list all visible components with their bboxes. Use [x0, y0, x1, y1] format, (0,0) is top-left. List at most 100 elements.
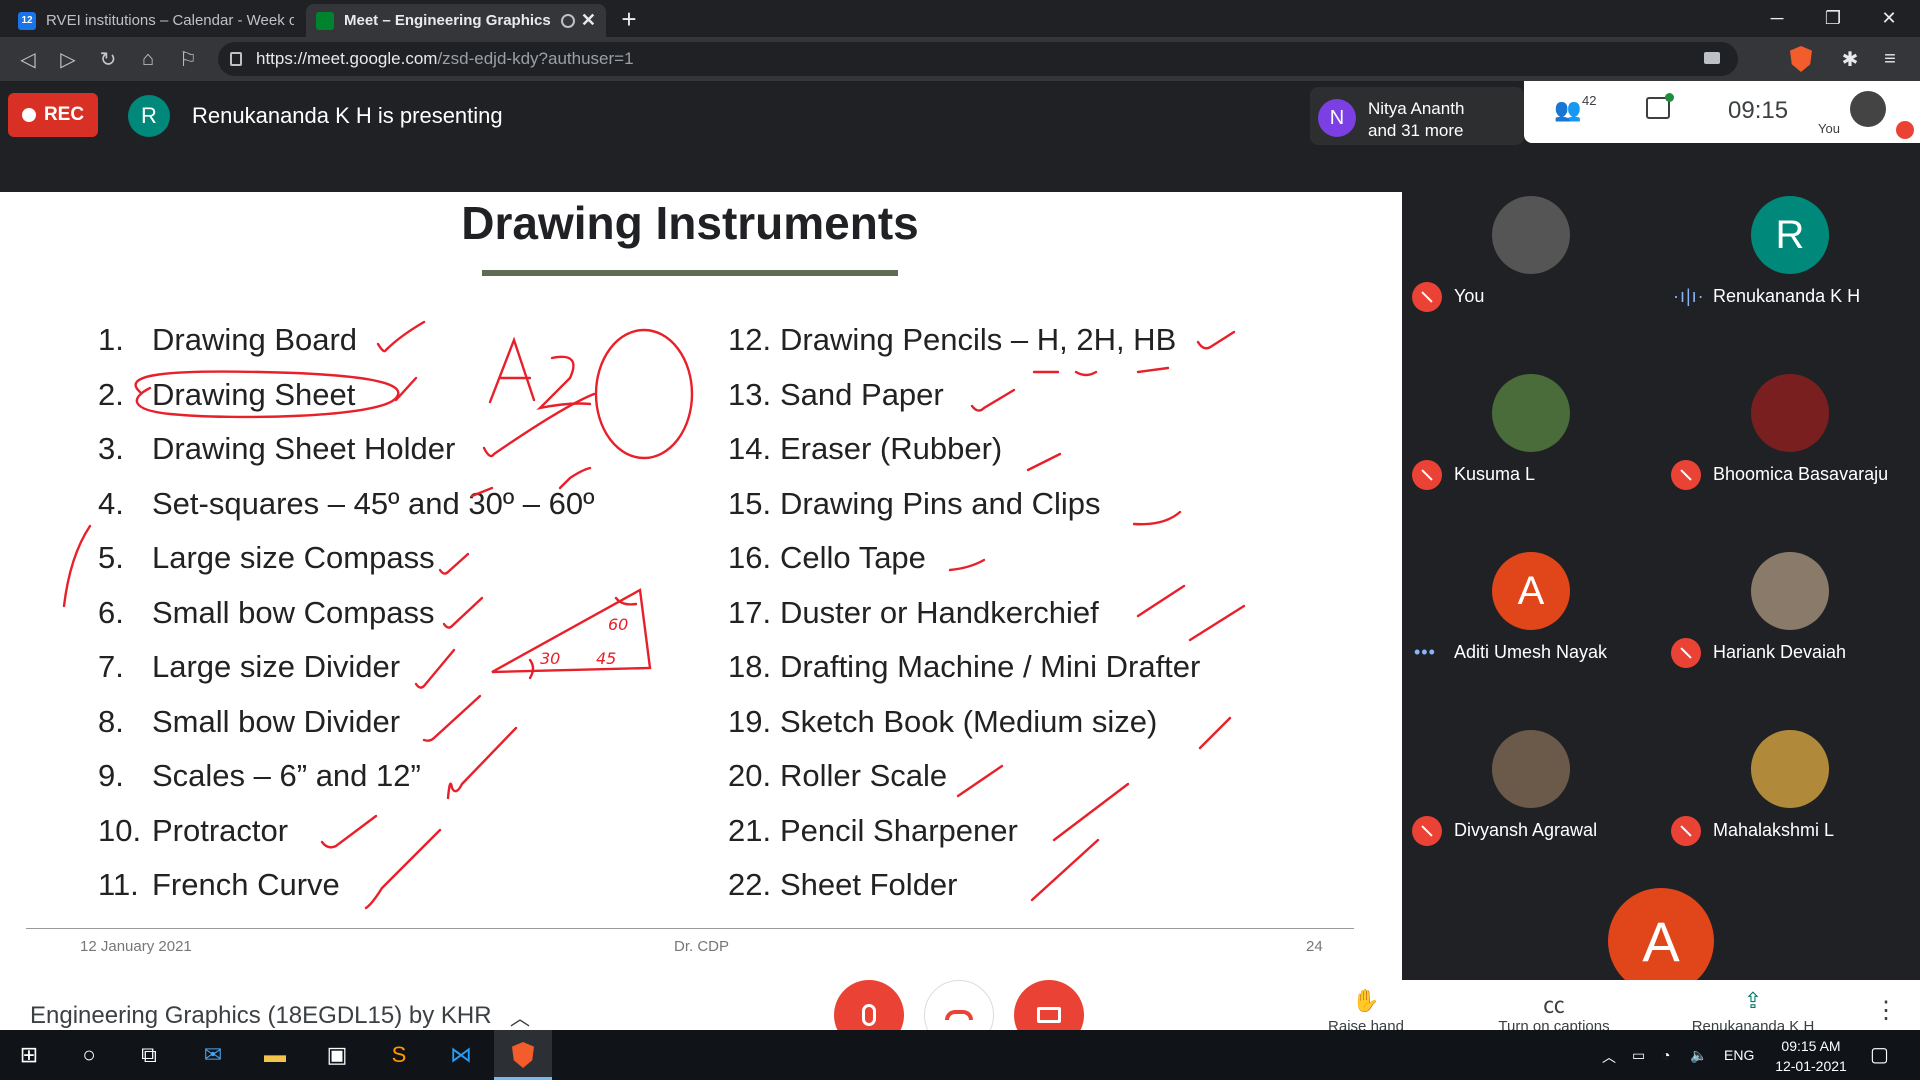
slide-page-number: 24 [1306, 938, 1323, 955]
battery-icon[interactable]: ▭ [1632, 1047, 1645, 1064]
camera-in-use-icon[interactable] [1704, 52, 1720, 64]
self-avatar[interactable] [1850, 91, 1886, 127]
wifi-icon[interactable]: ◔ [1662, 1047, 1670, 1063]
a1-circle [594, 328, 694, 460]
address-bar[interactable]: https://meet.google.com/zsd-edjd-kdy?aut… [218, 42, 1738, 76]
participant-avatar [1492, 196, 1570, 274]
hang-up-icon [945, 1010, 973, 1020]
participant-tile[interactable]: R ·ı|ı· Renukananda K H [1661, 194, 1920, 372]
slide-list-item: 16. Cello Tape [728, 540, 1200, 595]
participant-tile[interactable]: You [1402, 194, 1661, 372]
list-item-text: Pencil Sharpener [780, 812, 1018, 848]
extensions-icon[interactable]: ✱ [1836, 45, 1864, 73]
new-tab-button[interactable]: + [614, 4, 644, 35]
windows-taskbar: ⊞ ○ ⧉ ✉ ▬ ▣ S ⋈ ︿ ▭ ◔ 🔈 ENG 09:15 AM 12-… [0, 1030, 1920, 1080]
list-item-text: Sheet Folder [780, 867, 958, 902]
store-icon[interactable]: ▣ [322, 1040, 352, 1070]
slide-list-item: 9. Scales – 6” and 12” [98, 758, 594, 813]
forward-button[interactable]: ▷ [54, 45, 82, 73]
presenting-now-button[interactable]: ⇪ Renukananda K H [1680, 988, 1826, 1035]
list-item-text: Small bow Divider [152, 703, 401, 739]
presentation-slide: Drawing Instruments 1. Drawing Board 2. Dra… [0, 192, 1402, 980]
angle-label-60: 60 [608, 615, 628, 634]
menu-icon[interactable]: ≡ [1876, 45, 1904, 73]
list-item-text: Eraser (Rubber) [780, 431, 1003, 466]
back-button[interactable]: ◁ [14, 45, 42, 73]
participant-tile[interactable]: Hariank Devaiah [1661, 550, 1920, 728]
slide-list-item: 12. Drawing Pencils – H, 2H, HB [728, 322, 1200, 377]
list-item-number: 2. [98, 376, 124, 412]
more-options-icon[interactable]: ⋮ [1874, 996, 1898, 1025]
self-label: You [1818, 121, 1840, 136]
chevron-up-icon[interactable]: ︿ [510, 1002, 530, 1031]
slide-list-item: 7. Large size Divider [98, 649, 594, 704]
participant-avatar [1751, 552, 1829, 630]
notifications-icon[interactable]: ▢ [1870, 1042, 1889, 1067]
list-item-text: Set-squares – 45º and 30º – 60º [152, 485, 595, 521]
mail-icon[interactable]: ✉ [198, 1040, 228, 1070]
tick-mark [1198, 716, 1232, 750]
list-item-number: 9. [98, 758, 124, 793]
bookmark-button[interactable]: ⚐ [174, 45, 202, 73]
windows-start-icon[interactable]: ⊞ [14, 1040, 44, 1070]
people-button[interactable]: 👥 42 [1554, 93, 1596, 123]
list-item-text: Drawing Pins and Clips [780, 485, 1101, 521]
captions-button[interactable]: ㏄ Turn on captions [1486, 988, 1622, 1035]
participant-tile[interactable]: Kusuma L [1402, 372, 1661, 550]
slide-list-item: 19. Sketch Book (Medium size) [728, 704, 1200, 759]
tab-meet-title: Meet – Engineering Graphics [344, 12, 551, 29]
vscode-icon[interactable]: ⋈ [446, 1040, 476, 1070]
browser-toolbar: ◁ ▷ ↻ ⌂ ⚐ https://meet.google.com/zsd-ed… [0, 37, 1920, 81]
minimize-button[interactable]: ─ [1752, 0, 1802, 37]
reload-button[interactable]: ↻ [94, 45, 122, 73]
list-item-text: Scales – 6” and 12” [152, 758, 421, 793]
list-item-number: 12. [728, 322, 772, 357]
list-item-text: Drafting Machine / Mini Drafter [780, 649, 1201, 684]
close-window-button[interactable]: ✕ [1864, 0, 1914, 37]
participant-avatar: R [1751, 196, 1829, 274]
list-item-text: Protractor [152, 812, 289, 848]
hand-icon: ✋ [1352, 988, 1380, 1013]
tray-chevron-icon[interactable]: ︿ [1602, 1047, 1616, 1067]
taskbar-date: 12-01-2021 [1775, 1058, 1847, 1074]
slide-list-item: 8. Small bow Divider [98, 704, 594, 759]
language-indicator[interactable]: ENG [1724, 1047, 1754, 1063]
task-view-icon[interactable]: ⧉ [134, 1040, 164, 1070]
taskbar-clock[interactable]: 09:15 AM 12-01-2021 [1768, 1036, 1854, 1076]
file-explorer-icon[interactable]: ▬ [260, 1040, 290, 1070]
list-item-text: Drawing Board [152, 322, 358, 357]
volume-icon[interactable]: 🔈 [1690, 1047, 1707, 1064]
raise-hand-button[interactable]: ✋ Raise hand [1318, 988, 1414, 1035]
slide-list-item: 15. Drawing Pins and Clips [728, 486, 1200, 541]
tab-meet[interactable]: Meet – Engineering Graphics ✕ [306, 4, 606, 37]
chat-unread-dot [1665, 93, 1674, 102]
list-item-number: 3. [98, 431, 124, 466]
tab-calendar[interactable]: 12 RVEI institutions – Calendar - Week o… [8, 4, 304, 37]
participant-tile[interactable]: A ••• Aditi Umesh Nayak [1402, 550, 1661, 728]
slide-list-item: 10. Protractor [98, 813, 594, 868]
meeting-title[interactable]: Engineering Graphics (18EGDL15) by KHR [30, 1002, 492, 1030]
participant-tile[interactable]: Divyansh Agrawal [1402, 728, 1661, 906]
mic-muted-icon [1671, 460, 1701, 490]
brave-shield-icon[interactable] [1790, 46, 1812, 72]
close-tab-icon[interactable]: ✕ [581, 10, 596, 31]
overflow-participant-avatar[interactable]: A [1608, 888, 1714, 994]
chat-icon[interactable] [1646, 93, 1674, 119]
participant-tile[interactable]: Mahalakshmi L [1661, 728, 1920, 906]
list-item-number: 19. [728, 703, 772, 739]
sublime-text-icon[interactable]: S [384, 1040, 414, 1070]
search-icon[interactable]: ○ [74, 1040, 104, 1070]
participant-tile[interactable]: Bhoomica Basavaraju [1661, 372, 1920, 550]
meet-header: REC R Renukananda K H is presenting N Ni… [0, 81, 1920, 192]
slide-footer-author: Dr. CDP [674, 938, 730, 955]
home-button[interactable]: ⌂ [134, 45, 162, 73]
brave-taskbar-button[interactable] [494, 1030, 552, 1080]
mic-muted-icon [1671, 816, 1701, 846]
recording-badge: REC [8, 93, 98, 137]
list-item-text: Drawing Sheet [152, 376, 356, 412]
participant-avatar [1492, 730, 1570, 808]
maximize-button[interactable]: ❐ [1808, 0, 1858, 37]
mic-muted-icon [1412, 460, 1442, 490]
people-count: 42 [1582, 93, 1597, 108]
participant-name: Divyansh Agrawal [1454, 820, 1598, 840]
